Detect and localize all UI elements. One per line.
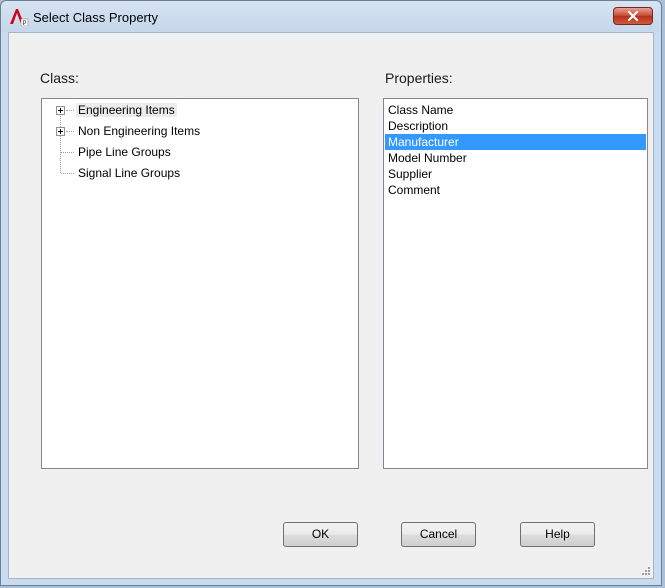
class-label: Class:: [40, 70, 79, 86]
list-item[interactable]: Model Number: [385, 150, 646, 166]
tree-connector: [61, 152, 74, 154]
properties-label: Properties:: [385, 70, 453, 86]
tree-connector-vertical: [60, 111, 62, 173]
tree-item-non-engineering-items[interactable]: Non Engineering Items: [78, 123, 200, 139]
list-item[interactable]: Class Name: [385, 102, 646, 118]
tree-connector: [66, 110, 74, 112]
expand-plus-icon[interactable]: [56, 127, 65, 136]
window-title: Select Class Property: [33, 10, 158, 25]
resize-grip-icon[interactable]: [641, 566, 651, 576]
tree-item-engineering-items[interactable]: Engineering Items: [76, 102, 177, 118]
ok-button[interactable]: OK: [283, 522, 358, 547]
cancel-button[interactable]: Cancel: [401, 522, 476, 547]
list-item-selected[interactable]: Manufacturer: [385, 134, 646, 150]
tree-item-pipe-line-groups[interactable]: Pipe Line Groups: [78, 144, 171, 160]
svg-text:P: P: [23, 21, 27, 26]
list-item[interactable]: Description: [385, 118, 646, 134]
tree-connector: [61, 173, 74, 175]
tree-item-signal-line-groups[interactable]: Signal Line Groups: [78, 165, 180, 181]
app-icon: P: [9, 8, 29, 27]
list-item[interactable]: Comment: [385, 182, 646, 198]
tree-connector: [66, 131, 74, 133]
dialog-window: P Select Class Property Class: Engineeri…: [0, 0, 662, 586]
close-button[interactable]: [613, 7, 653, 25]
list-item[interactable]: Supplier: [385, 166, 646, 182]
close-icon: [627, 10, 639, 22]
tree-item-label: Engineering Items: [76, 103, 177, 117]
class-tree[interactable]: Engineering Items Non Engineering Items …: [41, 98, 359, 469]
properties-list[interactable]: Class Name Description Manufacturer Mode…: [383, 98, 648, 469]
title-bar[interactable]: P Select Class Property: [1, 1, 661, 32]
dialog-client: Class: Engineering Items Non Engineering…: [8, 32, 654, 579]
help-button[interactable]: Help: [520, 522, 595, 547]
expand-plus-icon[interactable]: [56, 106, 65, 115]
